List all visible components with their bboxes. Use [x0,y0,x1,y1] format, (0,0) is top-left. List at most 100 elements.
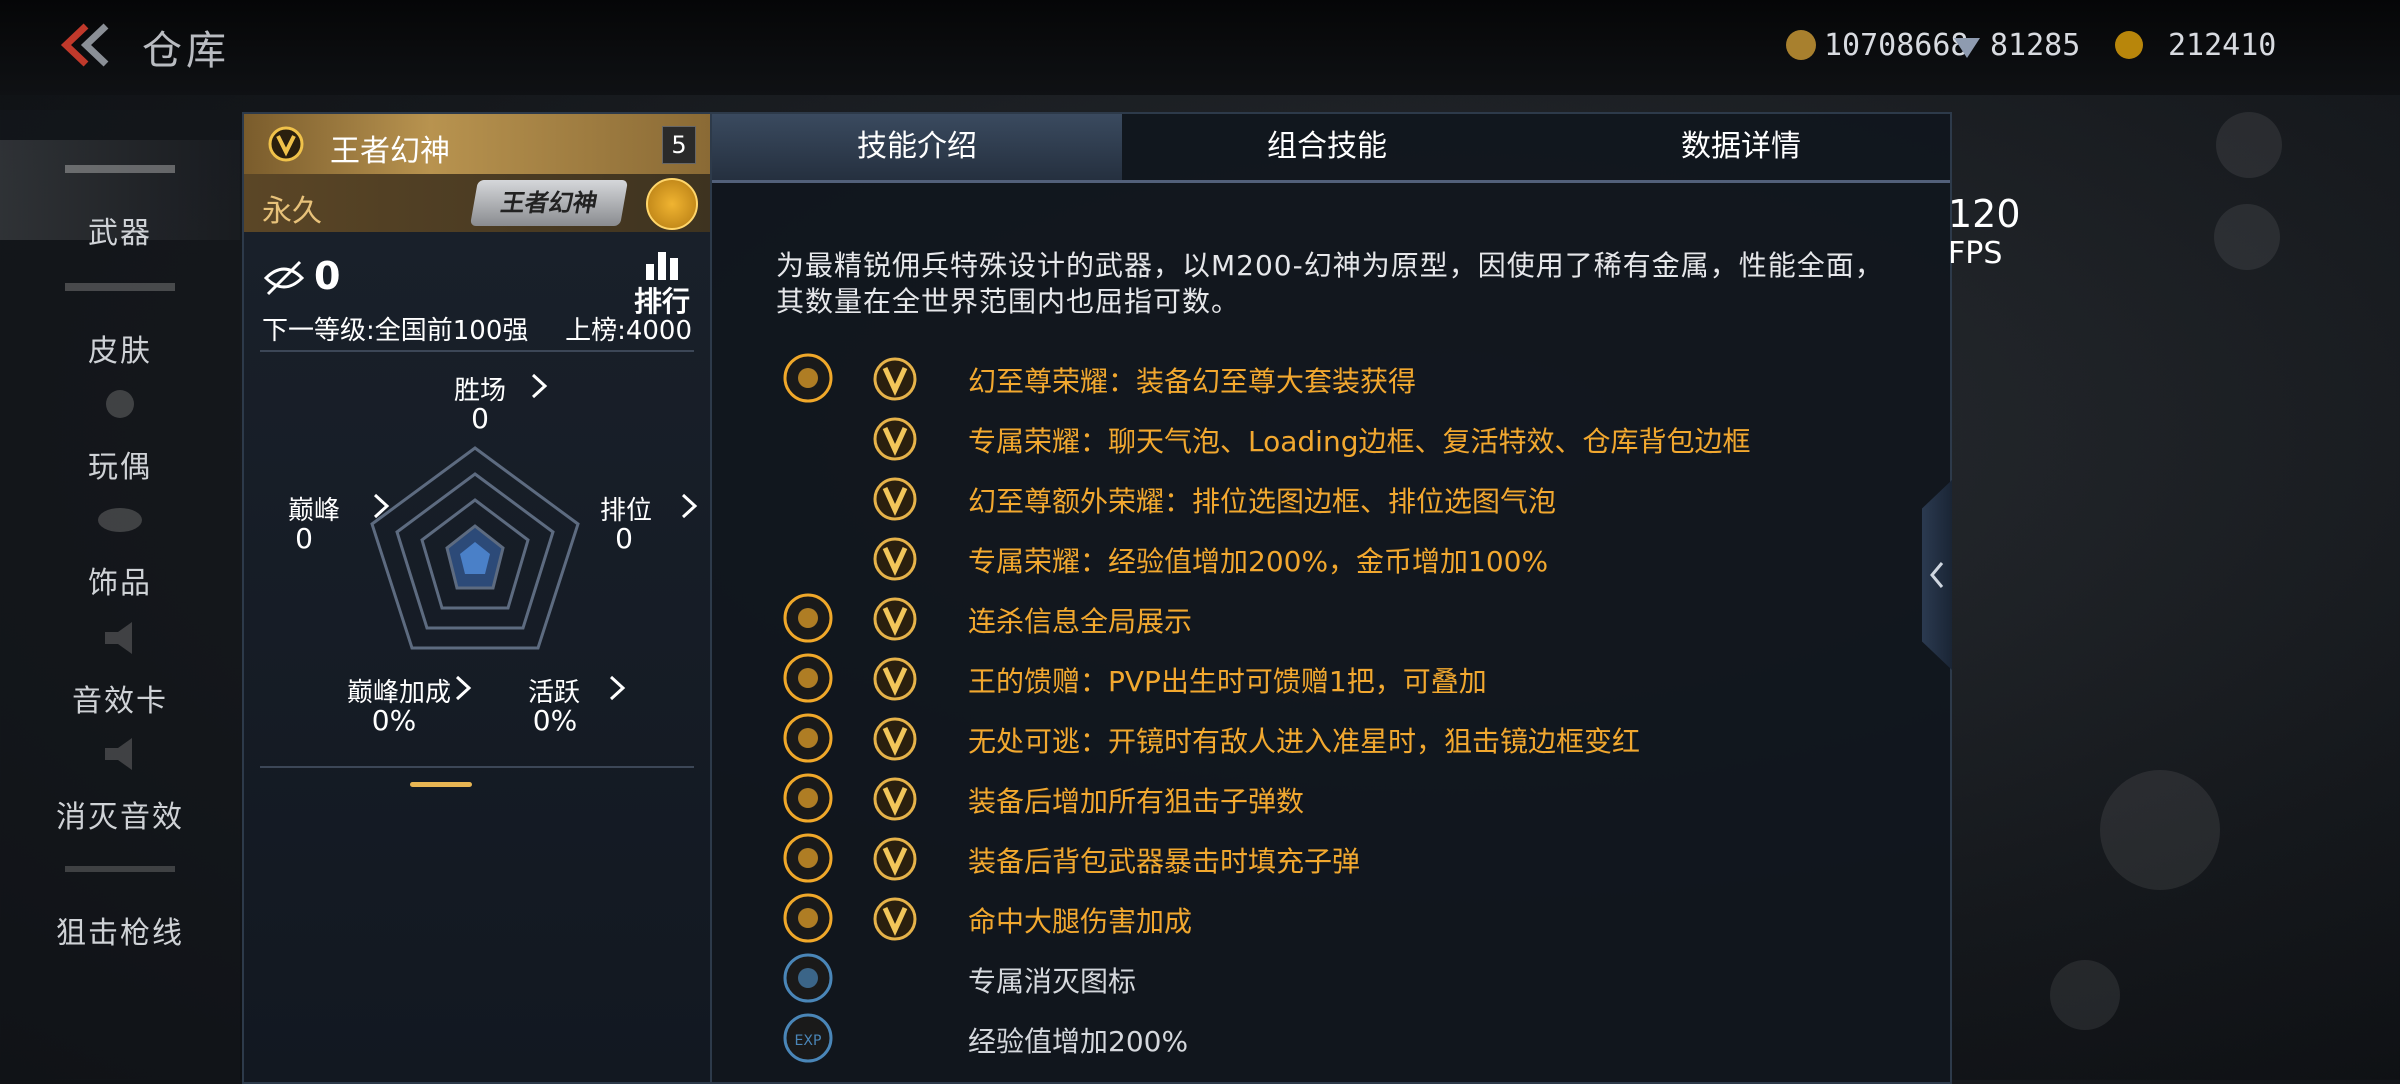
skill-text: 装备后背包武器暴击时填充子弹 [968,845,1361,878]
accessory-icon [98,508,142,532]
skill-text: 装备后增加所有狙击子弹数 [968,785,1305,818]
coin-value: 10708668 [1824,27,1969,63]
speaker-icon [105,738,132,770]
sidebar-item-label: 玩偶 [88,450,152,485]
bullet-button[interactable] [2100,770,2220,890]
sidebar-item-kill-sounds[interactable]: 消灭音效 [0,724,240,835]
sidebar-item-skins[interactable]: 皮肤 [0,258,240,369]
skill-row: 专属荣耀：经验值增加200%，金币增加100% [782,530,1932,586]
chevron-right-icon[interactable] [454,674,472,702]
sidebar-item-dolls[interactable]: 玩偶 [0,374,240,485]
v-badge-icon [872,656,918,702]
sidebar-item-accessories[interactable]: 饰品 [0,490,240,601]
chevron-right-icon[interactable] [372,492,390,520]
v-badge-icon [872,416,918,462]
v-badge-icon [872,536,918,582]
radar-wins-value: 0 [471,402,489,435]
speaker-icon [105,622,132,654]
sidebar-item-weapons[interactable]: 武器 [0,140,240,251]
swap-button[interactable] [2050,960,2120,1030]
skill-row: 专属荣耀：聊天气泡、Loading边框、复活特效、仓库背包边框 [782,410,1932,466]
currency-gold[interactable]: 212410 [2112,22,2276,68]
radar-peak-value: 0 [295,522,313,555]
skill-text: 幻至尊荣耀：装备幻至尊大套装获得 [968,365,1417,398]
sidebar-item-sound-cards[interactable]: 音效卡 [0,608,240,719]
sniper-icon [65,866,175,872]
v-badge-icon [872,896,918,942]
skill-row: 命中大腿伤害加成 [782,890,1932,946]
coin-icon [1786,30,1816,60]
skill-row: 无处可逃：开镜时有敌人进入准星时，狙击镜边框变红 [782,710,1932,766]
leg-hit-icon [782,892,834,944]
skill-text: 经验值增加200% [968,1025,1189,1058]
radar-ranked-value: 0 [615,522,633,555]
skill-text: 连杀信息全局展示 [968,605,1193,638]
weapon-level: 5 [662,126,696,164]
fps-value: 120 [1948,192,2021,236]
doll-icon [106,390,134,418]
weapon-name: 王者幻神 [330,134,450,169]
skill-text: 专属消灭图标 [968,965,1137,998]
radar-active-value: 0% [532,704,578,737]
currency-coin[interactable]: 10708668 [1784,22,1969,68]
sidebar-item-label: 武器 [88,216,152,251]
diamond-value: 81285 [1990,27,2081,63]
skill-text: 专属荣耀：聊天气泡、Loading边框、复活特效、仓库背包边框 [968,425,1751,458]
sidebar-item-label: 音效卡 [72,684,168,719]
currency-diamond[interactable]: 81285 [1950,22,2080,68]
hidden-eye-icon[interactable] [262,256,306,300]
chevron-right-icon[interactable] [530,372,548,400]
rank-value: 0 [314,254,341,298]
top-bar: 仓库 10708668 81285 212410 [0,0,2400,95]
kill-info-icon [782,592,834,644]
category-sidebar: 武器 皮肤 玩偶 饰品 音效卡 消灭音效 狙击枪线 [0,110,240,1080]
page-title: 仓库 [142,28,230,74]
exp-icon: EXP [782,1012,834,1064]
skill-text: 命中大腿伤害加成 [968,905,1193,938]
skill-row: 王的馈赠：PVP出生时可馈赠1把，可叠加 [782,650,1932,706]
chevron-left-icon [1930,562,1944,588]
weapon-logo: 王者幻神 [469,180,629,226]
pistol-icon [782,772,834,824]
gold-icon [2115,31,2143,59]
weapon-subheader: 永久 王者幻神 [244,174,710,232]
sidebar-item-label: 狙击枪线 [56,916,184,951]
leaderboard-button[interactable]: 排行 [632,250,692,318]
v-badge-icon [268,126,304,162]
skill-panel: 技能介绍 组合技能 数据详情 为最精锐佣兵特殊设计的武器，以M200-幻神为原型… [710,112,1952,1084]
chevron-right-icon[interactable] [608,674,626,702]
view-toggle-button[interactable] [2214,204,2280,270]
collapse-panel-tab[interactable] [1922,480,1952,670]
settings-round-button[interactable] [2216,112,2282,178]
fps-counter: 120 FPS [1948,192,2021,271]
tab-combo-skill[interactable]: 组合技能 [1122,114,1532,180]
bar-chart-icon [646,252,678,280]
tab-data-details[interactable]: 数据详情 [1536,114,1946,180]
sidebar-item-label: 消灭音效 [56,800,184,835]
gift-icon [782,652,834,704]
sidebar-item-sniper-lines[interactable]: 狙击枪线 [0,840,240,951]
fps-unit: FPS [1948,236,2003,271]
kill-badge-icon [782,952,834,1004]
svg-text:EXP: EXP [795,1033,822,1049]
skill-row: 装备后背包武器暴击时填充子弹 [782,830,1932,886]
weapon-card: 王者幻神 5 永久 王者幻神 0 排行 下一等级:全国前100强 上榜:4000… [242,112,712,1084]
skill-row: 专属消灭图标 [782,950,1932,1006]
back-icon[interactable] [56,22,112,68]
tab-skill-intro[interactable]: 技能介绍 [712,114,1122,180]
v-badge-icon [872,776,918,822]
weapon-description: 为最精锐佣兵特殊设计的武器，以M200-幻神为原型，因使用了稀有金属，性能全面，… [776,249,1884,318]
skill-row: 装备后增加所有狙击子弹数 [782,770,1932,826]
gold-value: 212410 [2168,27,2277,63]
v-badge-icon [872,836,918,882]
chevron-right-icon[interactable] [680,492,698,520]
rank-row: 0 排行 [262,250,692,318]
radar-chart [370,446,580,650]
skill-text: 王的馈赠：PVP出生时可馈赠1把，可叠加 [968,665,1487,698]
divider [260,350,694,352]
medal-icon[interactable] [646,178,698,230]
sidebar-item-label: 饰品 [88,566,152,601]
next-level-text: 下一等级:全国前100强 [262,316,529,346]
v-badge-icon [872,476,918,522]
rifle-icon [65,165,175,173]
